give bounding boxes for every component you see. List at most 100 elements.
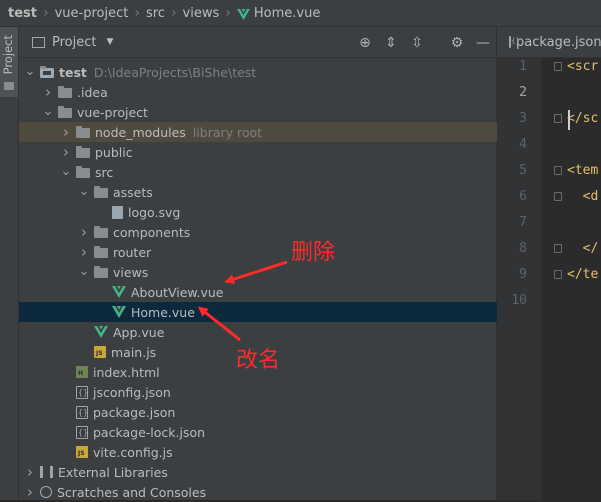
- vue-icon: [236, 8, 250, 20]
- fold-marker-icon[interactable]: [554, 192, 562, 201]
- text-caret: [568, 110, 570, 130]
- line-number: 8: [519, 241, 527, 256]
- tree-item-label: vite.config.js: [93, 444, 173, 460]
- fold-marker-icon[interactable]: [554, 270, 562, 279]
- tree-item[interactable]: ⌄ views: [19, 262, 497, 282]
- tree-item-hint: D:\IdeaProjects\BiShe\test: [93, 64, 257, 80]
- expand-all-icon[interactable]: ⇕: [378, 35, 404, 51]
- fold-marker-icon[interactable]: [554, 62, 562, 71]
- tree-item-label: index.html: [93, 364, 160, 380]
- tree-item[interactable]: App.vue: [19, 322, 497, 342]
- tree-item[interactable]: ⌄ vue-project: [19, 102, 497, 122]
- tree-item[interactable]: ⌄ assets: [19, 182, 497, 202]
- collapse-all-icon[interactable]: ⇳: [404, 35, 430, 51]
- code-line: <scr: [567, 59, 599, 74]
- panel-toolbar: ⊕ ⇕ ⇳ ⚙ —: [352, 27, 496, 58]
- tree-item-label: public: [95, 144, 133, 160]
- tree-item[interactable]: Home.vue: [19, 302, 497, 322]
- tree-item[interactable]: AboutView.vue: [19, 282, 497, 302]
- folder-icon: [94, 266, 108, 278]
- tree-item[interactable]: {} package.json: [19, 402, 497, 422]
- folder-icon: [76, 126, 90, 138]
- tree-item[interactable]: JS vite.config.js: [19, 442, 497, 462]
- json-file-icon: {}: [76, 385, 89, 399]
- line-number: 3: [519, 111, 527, 126]
- editor-tab-package-json[interactable]: {} package.json: [497, 27, 601, 58]
- locate-file-icon[interactable]: ⊕: [352, 35, 378, 51]
- chevron-right-icon[interactable]: ›: [41, 83, 55, 101]
- gear-icon[interactable]: ⚙: [444, 35, 470, 51]
- json-file-icon: {}: [76, 425, 89, 439]
- line-number: 7: [519, 215, 527, 230]
- chevron-right-icon[interactable]: ›: [59, 143, 73, 161]
- breadcrumb-item-views[interactable]: views: [183, 6, 220, 21]
- tree-item[interactable]: ⌄ test D:\IdeaProjects\BiShe\test: [19, 62, 497, 82]
- code-line: <tem: [567, 163, 599, 178]
- chevron-down-icon[interactable]: ⌄: [59, 165, 73, 178]
- navigation-breadcrumb: test › vue-project › src › views › Home.…: [0, 0, 601, 27]
- tree-item[interactable]: logo.svg: [19, 202, 497, 222]
- chevron-down-icon[interactable]: ⌄: [23, 65, 37, 78]
- tree-item[interactable]: › components: [19, 222, 497, 242]
- tree-item[interactable]: › Scratches and Consoles: [19, 482, 497, 502]
- tree-item[interactable]: {} package-lock.json: [19, 422, 497, 442]
- folder-icon: [76, 166, 90, 178]
- tree-item-label: AboutView.vue: [131, 284, 224, 300]
- chevron-right-icon: ›: [134, 5, 140, 21]
- left-tool-stripe: Project: [0, 27, 19, 500]
- fold-marker-icon[interactable]: [554, 244, 562, 253]
- tree-item-label: .idea: [77, 84, 108, 100]
- editor-tab-label: package.json: [516, 34, 601, 50]
- vue-icon: [112, 306, 126, 318]
- chevron-down-icon[interactable]: ⌄: [77, 265, 91, 278]
- folder-icon: [4, 82, 14, 90]
- dropdown-arrow-icon[interactable]: ▼: [106, 37, 113, 47]
- tree-item-label: main.js: [111, 344, 157, 360]
- chevron-right-icon[interactable]: ›: [59, 123, 73, 141]
- library-icon: [40, 466, 53, 478]
- tree-item-label: components: [113, 224, 191, 240]
- line-number: 2: [519, 85, 527, 100]
- line-number-gutter: 1 2 3 4 5 6 7 8 9 10: [497, 58, 541, 500]
- html-file-icon: H: [76, 366, 88, 378]
- tree-item[interactable]: › node_modules library root: [19, 122, 497, 142]
- js-file-icon: JS: [94, 346, 106, 358]
- tree-item-label: package-lock.json: [93, 424, 206, 440]
- fold-marker-icon[interactable]: [554, 166, 562, 175]
- chevron-down-icon[interactable]: ⌄: [77, 185, 91, 198]
- chevron-right-icon[interactable]: ›: [23, 483, 37, 501]
- code-line: </sc: [567, 111, 599, 126]
- chevron-down-icon[interactable]: ⌄: [41, 105, 55, 118]
- project-panel: Project ▼ ⊕ ⇕ ⇳ ⚙ — ⌄ test D:\IdeaProjects…: [19, 27, 497, 502]
- json-file-icon: {}: [76, 405, 89, 419]
- tree-item-label: Home.vue: [131, 304, 195, 320]
- line-number: 4: [519, 137, 527, 152]
- chevron-right-icon[interactable]: ›: [77, 223, 91, 241]
- tree-item[interactable]: › router: [19, 242, 497, 262]
- breadcrumb-item-test[interactable]: test: [8, 6, 37, 21]
- breadcrumb-item-src[interactable]: src: [146, 6, 165, 21]
- tree-item[interactable]: {} jsconfig.json: [19, 382, 497, 402]
- js-file-icon: JS: [76, 446, 88, 458]
- line-number: 10: [511, 293, 527, 308]
- chevron-right-icon[interactable]: ›: [77, 243, 91, 261]
- tree-item-hint: library root: [192, 124, 263, 140]
- tree-item[interactable]: › External Libraries: [19, 462, 497, 482]
- tree-item[interactable]: ⌄ src: [19, 162, 497, 182]
- fold-marker-icon[interactable]: [554, 114, 562, 123]
- chevron-right-icon: ›: [42, 5, 49, 21]
- breadcrumb-item-home-vue[interactable]: Home.vue: [254, 6, 320, 21]
- tree-item[interactable]: › .idea: [19, 82, 497, 102]
- line-number: 1: [519, 59, 527, 74]
- tree-item-label: views: [113, 264, 149, 280]
- tree-item[interactable]: › public: [19, 142, 497, 162]
- breadcrumb-item-vue-project[interactable]: vue-project: [55, 6, 129, 21]
- folder-icon: [58, 106, 72, 118]
- chevron-right-icon[interactable]: ›: [23, 463, 37, 481]
- annotation-delete: 删除: [291, 240, 336, 265]
- vue-icon: [94, 326, 108, 338]
- code-line: </te: [567, 267, 599, 282]
- hide-panel-icon[interactable]: —: [470, 35, 496, 51]
- project-view-selector[interactable]: Project: [52, 35, 96, 50]
